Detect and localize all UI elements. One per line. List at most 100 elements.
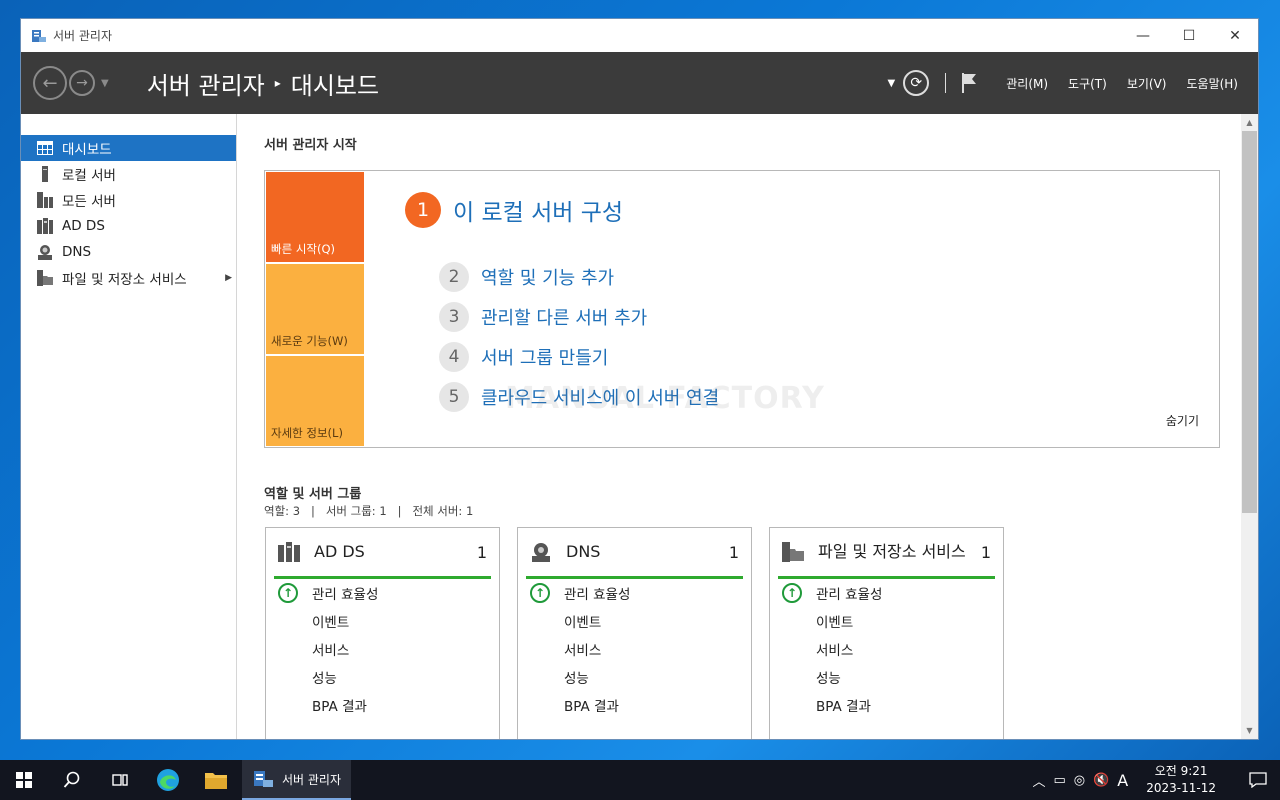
- row-label: 서비스: [816, 643, 854, 659]
- breadcrumb: 서버 관리자 ▸ 대시보드: [147, 66, 379, 101]
- all-servers-icon: [37, 192, 53, 208]
- card-row-manageability[interactable]: ↑ 관리 효율성: [770, 579, 1003, 607]
- minimize-button[interactable]: —: [1120, 19, 1166, 52]
- maximize-button[interactable]: ☐: [1166, 19, 1212, 52]
- speaker-muted-icon[interactable]: 🔇: [1093, 773, 1109, 788]
- refresh-icon: ⟳: [910, 75, 923, 91]
- card-title[interactable]: DNS: [566, 542, 716, 562]
- sidebar-item-all-servers[interactable]: 모든 서버: [21, 187, 236, 213]
- scroll-up-icon[interactable]: ▲: [1241, 114, 1258, 131]
- sidebar-item-label: DNS: [62, 244, 92, 260]
- step-number: 3: [439, 302, 469, 332]
- task-view-button[interactable]: [96, 760, 144, 800]
- step-add-roles[interactable]: 2 역할 및 기능 추가: [439, 257, 719, 297]
- file-storage-icon: [782, 542, 804, 562]
- refresh-dropdown-icon[interactable]: ▼: [888, 78, 896, 89]
- back-button[interactable]: ←: [33, 66, 67, 100]
- vertical-scrollbar[interactable]: ▲ ▼: [1241, 114, 1258, 739]
- close-button[interactable]: ✕: [1212, 19, 1258, 52]
- menu-manage[interactable]: 관리(M): [1006, 75, 1048, 92]
- history-dropdown-icon[interactable]: ▼: [101, 78, 109, 89]
- refresh-button[interactable]: ⟳: [903, 70, 930, 96]
- search-button[interactable]: [48, 760, 96, 800]
- tile-quick-start[interactable]: 빠른 시작(Q): [266, 172, 364, 262]
- tile-learn-more[interactable]: 자세한 정보(L): [266, 356, 364, 446]
- role-card-file-storage[interactable]: 파일 및 저장소 서비스 1 ↑ 관리 효율성 이벤트 서비스 성능 BPA 결과: [769, 527, 1004, 739]
- notifications-flag-icon[interactable]: [960, 72, 978, 94]
- card-title[interactable]: AD DS: [314, 542, 464, 562]
- status-up-icon: ↑: [278, 583, 298, 603]
- card-row-events[interactable]: 이벤트: [518, 607, 751, 635]
- action-center-button[interactable]: [1236, 760, 1280, 800]
- row-label: 관리 효율성: [564, 587, 631, 603]
- step-add-servers[interactable]: 3 관리할 다른 서버 추가: [439, 297, 719, 337]
- edge-icon: [157, 769, 179, 791]
- section-title-roles: 역할 및 서버 그룹: [264, 487, 362, 502]
- menu-bar: 관리(M) 도구(T) 보기(V) 도움말(H): [1006, 75, 1238, 92]
- row-label: 서비스: [564, 643, 602, 659]
- card-title[interactable]: 파일 및 저장소 서비스: [818, 542, 968, 562]
- sidebar-item-local-server[interactable]: 로컬 서버: [21, 161, 236, 187]
- clock-time: 오전 9:21: [1154, 764, 1208, 778]
- card-row-events[interactable]: 이벤트: [266, 607, 499, 635]
- row-label: 성능: [816, 671, 841, 687]
- scroll-thumb[interactable]: [1242, 131, 1257, 513]
- card-row-services[interactable]: 서비스: [518, 635, 751, 663]
- card-count: 1: [728, 542, 739, 562]
- card-row-events[interactable]: 이벤트: [770, 607, 1003, 635]
- card-row-services[interactable]: 서비스: [770, 635, 1003, 663]
- step-link[interactable]: 역할 및 기능 추가: [481, 264, 614, 290]
- sidebar-item-file-storage[interactable]: 파일 및 저장소 서비스 ▶: [21, 265, 236, 291]
- sidebar-item-dns[interactable]: DNS: [21, 239, 236, 265]
- step-link[interactable]: 관리할 다른 서버 추가: [481, 304, 647, 330]
- title-bar[interactable]: 서버 관리자 — ☐ ✕: [21, 19, 1258, 52]
- card-row-services[interactable]: 서비스: [266, 635, 499, 663]
- chevron-up-icon[interactable]: ︿: [1032, 771, 1045, 790]
- step-number: 2: [439, 262, 469, 292]
- card-row-manageability[interactable]: ↑ 관리 효율성: [518, 579, 751, 607]
- row-label: BPA 결과: [312, 699, 367, 715]
- step-link[interactable]: 이 로컬 서버 구성: [453, 193, 623, 227]
- scroll-down-icon[interactable]: ▼: [1241, 722, 1258, 739]
- hide-link[interactable]: 숨기기: [1166, 412, 1199, 429]
- menu-help[interactable]: 도움말(H): [1186, 75, 1238, 92]
- battery-icon[interactable]: ▭: [1053, 773, 1065, 788]
- ime-indicator[interactable]: A: [1117, 771, 1128, 790]
- step-number: 4: [439, 342, 469, 372]
- menu-tools[interactable]: 도구(T): [1068, 75, 1107, 92]
- step-configure-local-server[interactable]: 1 이 로컬 서버 구성: [405, 192, 623, 228]
- role-card-dns[interactable]: DNS 1 ↑ 관리 효율성 이벤트 서비스 성능 BPA 결과: [517, 527, 752, 739]
- card-row-bpa[interactable]: BPA 결과: [770, 691, 1003, 719]
- row-label: 관리 효율성: [312, 587, 379, 603]
- network-globe-icon[interactable]: ◎: [1074, 773, 1085, 788]
- menu-view[interactable]: 보기(V): [1127, 75, 1167, 92]
- breadcrumb-current: 대시보드: [290, 71, 380, 100]
- sidebar-item-adds[interactable]: AD DS: [21, 213, 236, 239]
- card-row-performance[interactable]: 성능: [266, 663, 499, 691]
- tile-whats-new[interactable]: 새로운 기능(W): [266, 264, 364, 354]
- card-row-performance[interactable]: 성능: [518, 663, 751, 691]
- expand-arrow-icon[interactable]: ▶: [225, 273, 232, 283]
- section-title-welcome: 서버 관리자 시작: [264, 138, 357, 153]
- edge-browser-button[interactable]: [144, 760, 192, 800]
- role-card-adds[interactable]: AD DS 1 ↑ 관리 효율성 이벤트 서비스 성능 BPA 결과: [265, 527, 500, 739]
- card-row-bpa[interactable]: BPA 결과: [266, 691, 499, 719]
- sidebar-item-dashboard[interactable]: 대시보드: [21, 135, 236, 161]
- server-manager-icon: [32, 29, 46, 42]
- step-link[interactable]: 서버 그룹 만들기: [481, 344, 608, 370]
- card-row-manageability[interactable]: ↑ 관리 효율성: [266, 579, 499, 607]
- status-up-icon: ↑: [530, 583, 550, 603]
- breadcrumb-root[interactable]: 서버 관리자: [147, 66, 265, 101]
- step-create-group[interactable]: 4 서버 그룹 만들기: [439, 337, 719, 377]
- clock[interactable]: 오전 9:21 2023-11-12: [1146, 763, 1216, 797]
- forward-button[interactable]: →: [69, 70, 95, 96]
- file-explorer-button[interactable]: [192, 760, 240, 800]
- card-row-bpa[interactable]: BPA 결과: [518, 691, 751, 719]
- server-manager-icon: [254, 771, 273, 787]
- card-row-performance[interactable]: 성능: [770, 663, 1003, 691]
- dns-icon: [37, 244, 53, 260]
- start-button[interactable]: [0, 760, 48, 800]
- taskbar-app-server-manager[interactable]: 서버 관리자: [242, 760, 352, 800]
- row-label: 관리 효율성: [816, 587, 883, 603]
- sidebar-item-label: 모든 서버: [62, 194, 116, 210]
